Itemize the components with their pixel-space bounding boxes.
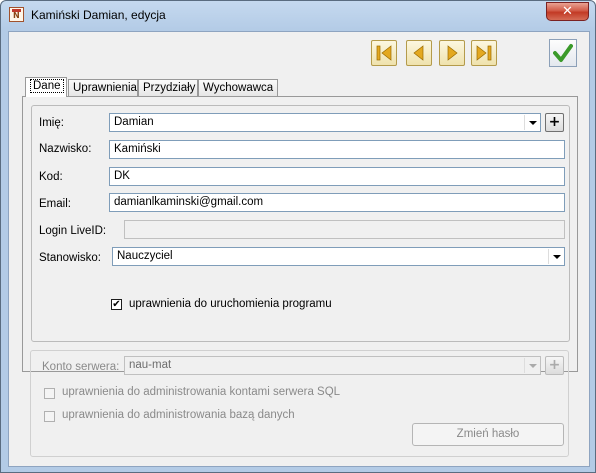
app-icon — [9, 7, 24, 22]
uprawnienia-program-label: uprawnienia do uruchomienia programu — [129, 298, 332, 310]
chevron-down-icon[interactable] — [524, 115, 539, 130]
app-window: Kamiński Damian, edycja ✕ Dane Uprawnien… — [0, 0, 596, 473]
login-liveid-label: Login LiveID: — [39, 225, 107, 237]
last-icon — [476, 45, 492, 61]
imie-label: Imię: — [39, 117, 64, 129]
last-record-button[interactable] — [471, 40, 497, 66]
personal-data-group: Imię: Damian + Nazwisko: Kamiński Kod: D… — [31, 105, 570, 342]
stanowisko-select[interactable]: Nauczyciel — [112, 247, 565, 266]
dialog-body: Dane Uprawnienia Przydziały Wychowawca I… — [8, 31, 590, 467]
login-liveid-field[interactable] — [124, 220, 565, 239]
tab-przydzialy[interactable]: Przydziały — [138, 79, 198, 96]
add-imie-button[interactable]: + — [545, 113, 564, 132]
konto-serwera-combo[interactable]: nau-mat — [124, 356, 541, 375]
first-icon — [376, 45, 392, 61]
chevron-down-icon[interactable] — [524, 358, 539, 373]
imie-combo[interactable]: Damian — [109, 113, 541, 132]
save-ok-button[interactable] — [549, 39, 577, 67]
email-label: Email: — [39, 198, 71, 210]
uprawnienia-program-checkbox[interactable]: ✔ — [111, 299, 122, 310]
tab-uprawnienia[interactable]: Uprawnienia — [68, 79, 138, 96]
chevron-down-icon[interactable] — [548, 249, 563, 264]
stanowisko-value: Nauczyciel — [117, 250, 173, 262]
server-account-group: Konto serwera: nau-mat + uprawnienia do … — [30, 350, 569, 457]
nazwisko-label: Nazwisko: — [39, 143, 92, 155]
tab-dane[interactable]: Dane — [25, 77, 67, 97]
next-record-button[interactable] — [439, 40, 465, 66]
add-konto-button[interactable]: + — [545, 356, 564, 375]
admin-kont-checkbox[interactable] — [44, 388, 55, 399]
previous-record-button[interactable] — [406, 40, 432, 66]
previous-icon — [413, 45, 424, 61]
tab-wychowawca[interactable]: Wychowawca — [198, 79, 278, 96]
stanowisko-label: Stanowisko: — [39, 252, 102, 264]
next-icon — [447, 45, 458, 61]
konto-serwera-label: Konto serwera: — [42, 361, 120, 373]
email-field[interactable]: damianlkaminski@gmail.com — [109, 193, 565, 212]
admin-bazy-label: uprawnienia do administrowania bazą dany… — [62, 409, 295, 421]
change-password-button[interactable]: Zmień hasło — [412, 423, 564, 446]
admin-kont-label: uprawnienia do administrowania kontami s… — [62, 386, 341, 398]
tab-dane-label: Dane — [30, 79, 64, 93]
checkmark-icon — [553, 44, 573, 62]
kod-label: Kod: — [39, 171, 63, 183]
nazwisko-field[interactable]: Kamiński — [109, 140, 565, 159]
first-record-button[interactable] — [371, 40, 397, 66]
konto-serwera-value: nau-mat — [129, 359, 172, 371]
kod-field[interactable]: DK — [109, 167, 565, 186]
imie-value: Damian — [114, 116, 154, 128]
close-button[interactable]: ✕ — [546, 2, 589, 21]
title-bar[interactable]: Kamiński Damian, edycja ✕ — [1, 1, 595, 31]
admin-bazy-checkbox[interactable] — [44, 411, 55, 422]
window-title: Kamiński Damian, edycja — [31, 8, 166, 22]
tab-panel-dane: Imię: Damian + Nazwisko: Kamiński Kod: D… — [22, 96, 578, 372]
